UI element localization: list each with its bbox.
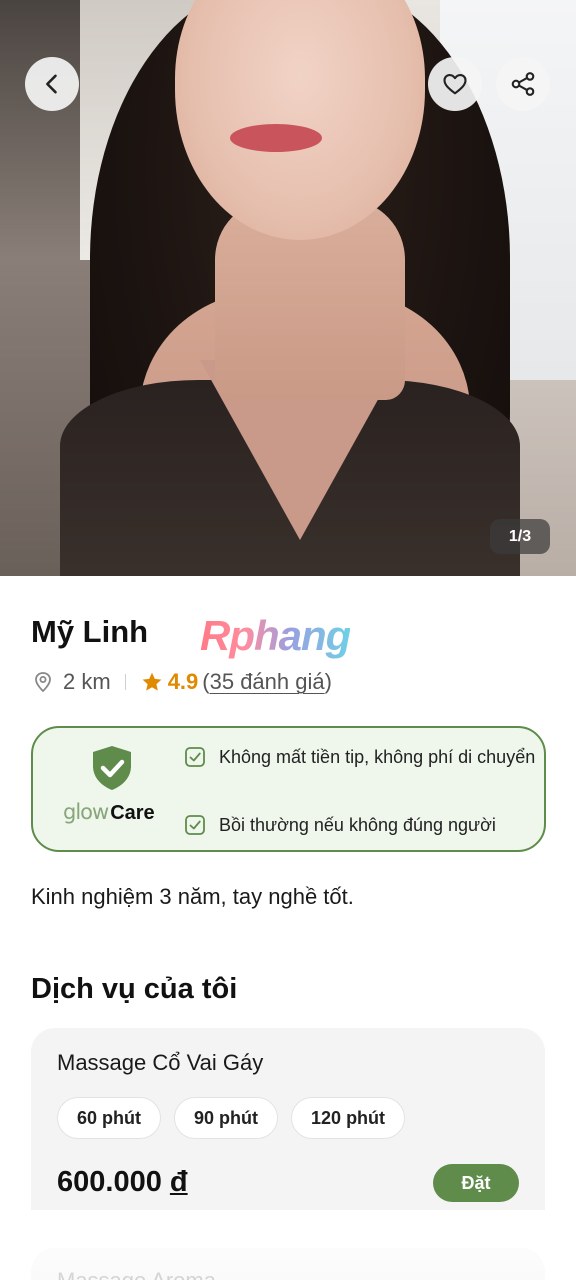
- back-button[interactable]: [25, 57, 79, 111]
- reviews-link[interactable]: (35 đánh giá): [202, 669, 332, 695]
- star-icon: [142, 672, 162, 691]
- service-price: 600.000 đ: [57, 1166, 188, 1199]
- currency-symbol: đ: [169, 1166, 188, 1198]
- duration-chip[interactable]: 90 phút: [174, 1097, 279, 1139]
- location-pin-icon: [35, 672, 51, 693]
- service-name: Massage Aroma: [57, 1268, 216, 1280]
- distance: 2 km: [63, 669, 111, 694]
- rating-value: 4.9: [167, 669, 199, 694]
- chevron-left-icon: [46, 74, 57, 94]
- glowcare-item-label: Bồi thường nếu không đúng người: [219, 814, 496, 835]
- photo-lips: [230, 124, 322, 152]
- duration-chip[interactable]: 120 phút: [291, 1097, 406, 1139]
- glowcare-logo-care: Care: [110, 802, 155, 824]
- profile-meta: 2 km 4.9 (35 đánh giá): [31, 667, 332, 697]
- reviews-paren-close: ): [324, 669, 332, 694]
- watermark-logo: Rphang: [200, 612, 351, 659]
- glowcare-logo: glow Care: [63, 800, 155, 825]
- service-card[interactable]: Massage Aroma: [31, 1248, 545, 1280]
- price-value: 600.000: [57, 1166, 162, 1198]
- book-button[interactable]: Đặt: [433, 1164, 519, 1202]
- services-title: Dịch vụ của tôi: [31, 973, 238, 1005]
- share-icon: [511, 72, 535, 96]
- experience-description: Kinh nghiệm 3 năm, tay nghề tốt.: [31, 884, 354, 909]
- share-button[interactable]: [496, 57, 550, 111]
- reviews-paren-open: (: [202, 669, 210, 694]
- photo-counter: 1/3: [490, 519, 550, 554]
- glowcare-box: glow Care Không mất tiền tip, không phí …: [31, 726, 546, 852]
- glowcare-item: Bồi thường nếu không đúng người: [183, 813, 496, 837]
- check-square-icon: [185, 747, 205, 767]
- glowcare-logo-glow: glow: [63, 800, 109, 824]
- heart-outline-icon: [443, 73, 467, 95]
- reviews-count[interactable]: 35 đánh giá: [210, 669, 325, 694]
- divider: [124, 674, 126, 690]
- check-square-icon: [185, 815, 205, 835]
- shield-check-icon: [93, 746, 131, 790]
- duration-options: 60 phút 90 phút 120 phút: [57, 1097, 406, 1139]
- therapist-name: Mỹ Linh: [31, 614, 149, 649]
- glowcare-item: Không mất tiền tip, không phí di chuyển: [183, 745, 535, 769]
- profile-photo[interactable]: 1/3: [0, 0, 576, 576]
- duration-chip[interactable]: 60 phút: [57, 1097, 162, 1139]
- glowcare-items: Không mất tiền tip, không phí di chuyển …: [183, 728, 546, 850]
- service-name: Massage Cổ Vai Gáy: [57, 1050, 264, 1075]
- service-card[interactable]: Massage Cổ Vai Gáy 60 phút 90 phút 120 p…: [31, 1028, 545, 1210]
- glowcare-item-label: Không mất tiền tip, không phí di chuyển: [219, 746, 536, 767]
- favorite-button[interactable]: [428, 57, 482, 111]
